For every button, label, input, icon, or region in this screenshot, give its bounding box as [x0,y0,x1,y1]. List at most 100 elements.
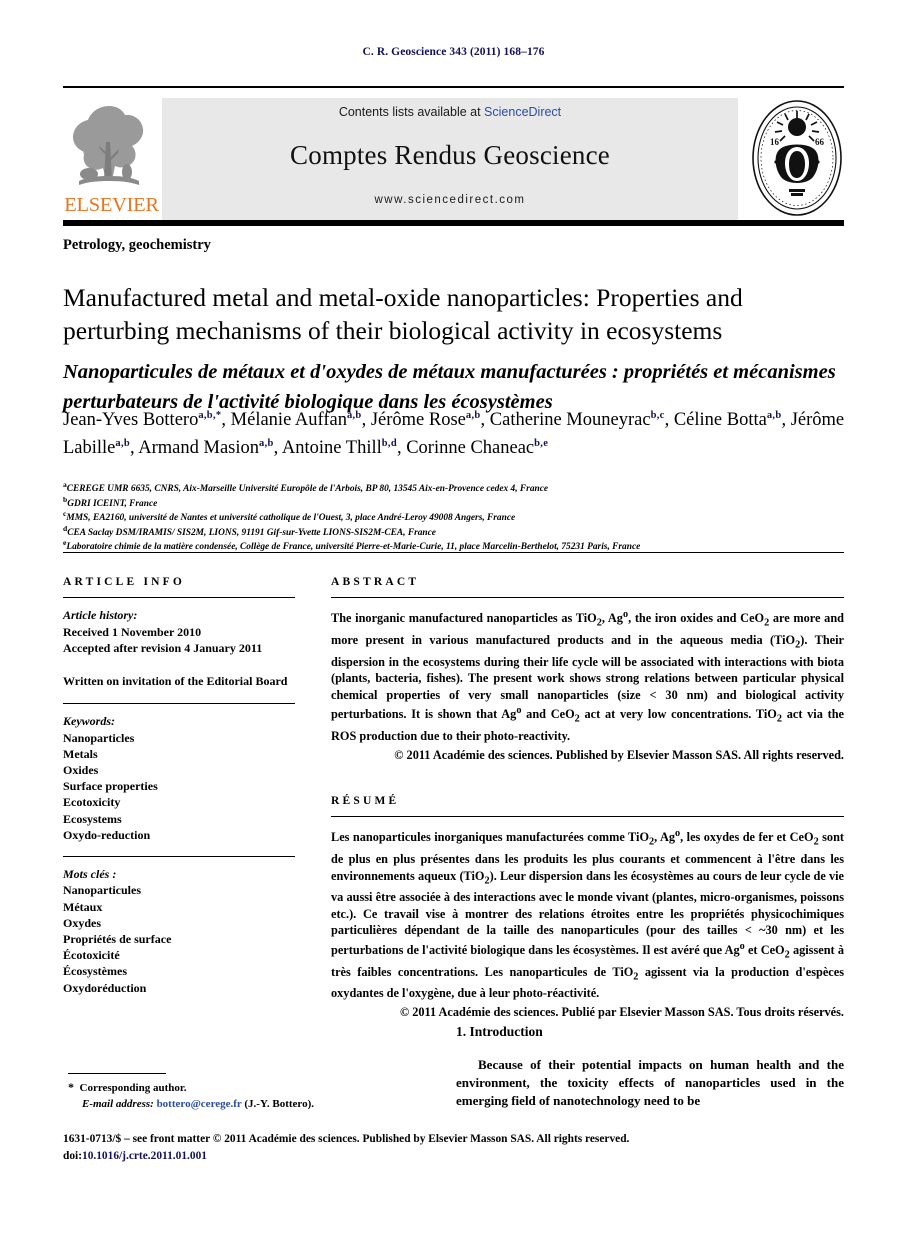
running-head: C. R. Geoscience 343 (2011) 168–176 [362,46,545,58]
masthead-bottom-rule [63,220,844,226]
chem-superscript: o [739,940,745,952]
chem-superscript: o [622,609,629,621]
author-name: Corinne Chaneac [406,438,535,458]
author-name: Jean-Yves Bottero [63,410,199,430]
article-info-column: ARTICLE INFO Article history: Received 1… [63,576,295,996]
abstract-copyright: © 2011 Académie des sciences. Published … [394,747,844,762]
motscles-label: Mots clés : [63,867,117,882]
motcle-item: Propriétés de surface [63,932,172,946]
email-label: E-mail address: [82,1097,154,1110]
author-affiliation-marker: a,b [346,409,362,421]
affiliation-item: aCEREGE UMR 6635, CNRS, Aix-Marseille Un… [63,481,863,497]
author-separator: , [273,438,282,458]
author-affiliation-marker: a,b [115,437,131,449]
email-owner: (J.-Y. Bottero). [244,1097,315,1110]
introduction-paragraph: Because of their potential impacts on hu… [456,1056,844,1111]
introduction-text: Because of their potential impacts on hu… [456,1057,844,1109]
keyword-item: Ecotoxicity [63,795,121,810]
chem-subscript: 2 [813,836,819,848]
keyword-item: Nanoparticles [63,730,135,745]
affiliation-text: Laboratoire chimie de la matière condens… [66,542,641,553]
introduction-heading: 1. Introduction [456,1024,543,1039]
author-separator: , [480,410,490,430]
corresponding-author-line: * Corresponding author. [68,1080,408,1097]
author-list: Jean-Yves Botteroa,b,*, Mélanie Auffana,… [63,406,863,462]
affiliation-text: CEREGE UMR 6635, CNRS, Aix-Marseille Uni… [66,484,549,494]
author-name: Armand Masion [138,438,260,458]
article-info-heading: ARTICLE INFO [63,576,186,588]
chem-subscript: 2 [633,971,639,983]
author-name: Antoine Thill [281,438,382,458]
abstract-body: The inorganic manufactured nanoparticles… [331,609,845,744]
resume-divider [331,815,844,818]
chem-subscript: 2 [484,874,490,886]
chem-subscript: 2 [784,949,790,961]
motcle-item: Oxydes [63,915,102,930]
contents-lists-line: Contents lists available at ScienceDirec… [162,105,738,119]
resume-body: Les nanoparticules inorganiques manufact… [331,828,845,1001]
article-accepted-date: Accepted after revision 4 January 2011 [63,641,263,656]
issn-copyright-line: 1631-0713/$ – see front matter © 2011 Ac… [63,1133,630,1145]
author-affiliation-marker: a,b,* [198,409,222,421]
author-name: Catherine Mouneyrac [489,410,651,430]
svg-text:66: 66 [815,137,825,147]
author-separator: , [664,410,674,430]
affiliation-item: bGDRI ICEINT, France [63,495,863,512]
motcle-item: Écosystèmes [63,964,127,979]
page-title: Manufactured metal and metal-oxide nanop… [63,283,743,346]
footnote-rule [68,1073,166,1075]
keyword-item: Oxydo-reduction [63,827,151,842]
motscles-divider [63,856,295,858]
abstract-heading: ABSTRACT [331,576,420,588]
keyword-item: Oxides [63,762,99,777]
author-affiliation-marker: a,b [259,437,274,449]
doi-link[interactable]: 10.1016/j.crte.2011.01.001 [82,1150,207,1162]
chem-subscript: 2 [596,617,602,629]
resume-heading: RÉSUMÉ [331,794,400,807]
masthead-band: Contents lists available at ScienceDirec… [162,98,738,220]
author-separator: , [361,410,371,430]
author-affiliation-marker: a,b [465,409,481,421]
author-separator: , [396,438,407,458]
chem-superscript: o [675,828,681,840]
author-affiliation-marker: b,c [650,409,665,421]
elsevier-logo[interactable]: ELSEVIER [63,98,160,220]
motcle-item: Métaux [63,899,103,914]
abstract-top-rule [63,552,844,554]
keywords-list: Nanoparticles Metals Oxides Surface propert… [63,730,295,843]
elsevier-tree-icon [73,106,144,185]
author-affiliation-marker: b,e [534,437,549,449]
resume-copyright: © 2011 Académie des sciences. Publié par… [399,1004,844,1019]
author-separator: , [781,410,791,430]
affiliation-item: dCEA Saclay DSM/IRAMIS/ SIS2M, LIONS, 91… [63,524,863,541]
academie-des-sciences-seal: 16 66 [747,97,847,219]
journal-title: Comptes Rendus Geoscience [290,140,610,170]
elsevier-wordmark: ELSEVIER [64,194,159,216]
header-rule [63,86,844,88]
keywords-label: Keywords: [63,714,115,729]
affiliation-text: GDRI ICEINT, France [67,498,158,509]
chem-superscript: o [516,705,522,717]
journal-masthead: ELSEVIER Contents lists available at Sci… [63,98,844,220]
sciencedirect-link[interactable]: ScienceDirect [484,105,561,119]
author-name: Jérôme Rose [370,410,466,430]
resume-block: RÉSUMÉ Les nanoparticules inorganiques m… [331,795,844,1020]
contents-lists-prefix: Contents lists available at [338,105,485,119]
affiliation-list: aCEREGE UMR 6635, CNRS, Aix-Marseille Un… [63,481,863,555]
footer-block: 1631-0713/$ – see front matter © 2011 Ac… [63,1131,853,1165]
sciencedirect-url[interactable]: www.sciencedirect.com [162,194,738,206]
article-history-label: Article history: [63,608,138,623]
author-affiliation-marker: b,d [381,437,397,449]
email-link[interactable]: bottero@cerege.fr [157,1098,242,1110]
article-section-label: Petrology, geochemistry [63,237,211,253]
editorial-note: Written on invitation of the Editorial B… [63,673,288,688]
author-name: Mélanie Auffan [230,410,347,430]
keyword-item: Ecosystems [63,811,122,826]
keyword-item: Metals [63,746,98,761]
article-page: C. R. Geoscience 343 (2011) 168–176 ELSE… [0,0,907,1238]
affiliation-text: MMS, EA2160, université de Nantes et uni… [66,513,516,524]
motcle-item: Nanoparticules [63,883,141,898]
chem-subscript: 2 [574,713,580,725]
svg-text:16: 16 [770,137,780,147]
